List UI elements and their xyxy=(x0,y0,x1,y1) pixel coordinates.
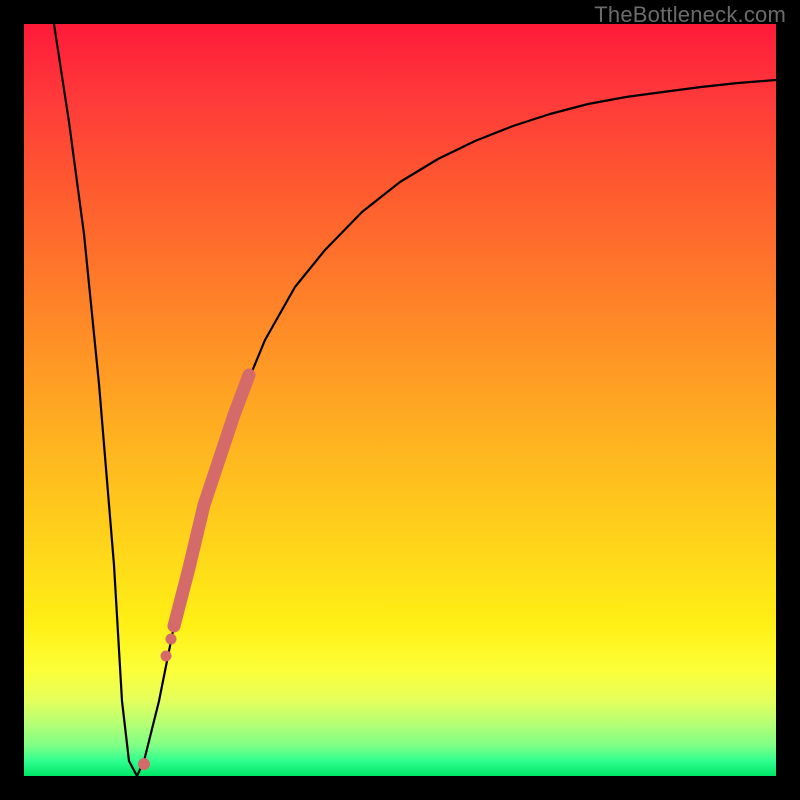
plot-area xyxy=(24,24,776,776)
curve-marker-dot-2 xyxy=(166,634,177,645)
watermark-text: TheBottleneck.com xyxy=(594,2,786,28)
curve-marker-dot-1 xyxy=(161,651,172,662)
curve-marker-thick xyxy=(174,375,249,626)
curve-marker-dot-3 xyxy=(138,758,150,770)
bottleneck-curve xyxy=(24,24,776,776)
chart-frame: TheBottleneck.com xyxy=(0,0,800,800)
curve-path xyxy=(54,24,776,776)
